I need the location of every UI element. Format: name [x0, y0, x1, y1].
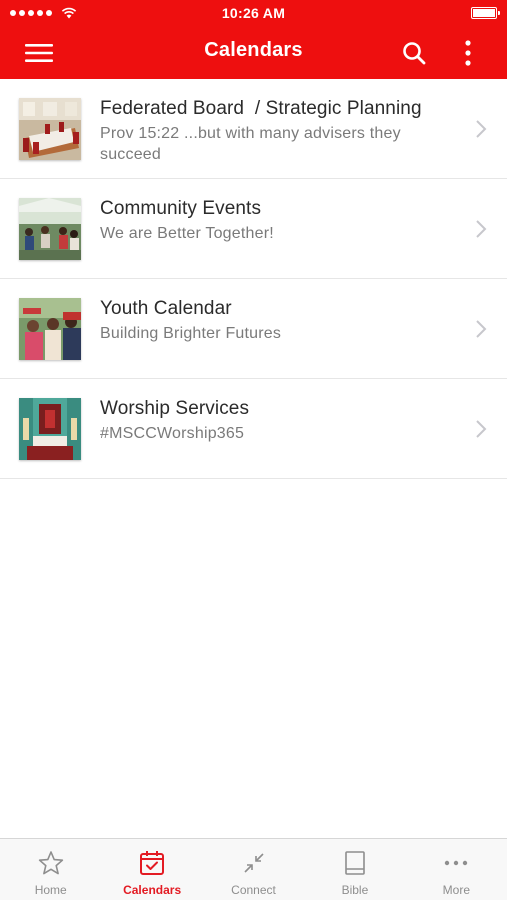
calendar-thumbnail	[19, 98, 81, 160]
calendar-list: Federated Board / Strategic Planning Pro…	[0, 79, 507, 479]
book-icon	[345, 851, 365, 875]
calendar-subtitle: Building Brighter Futures	[100, 325, 282, 342]
status-bar: 10:26 AM	[0, 0, 507, 26]
battery-icon	[471, 7, 500, 19]
collapse-arrows-icon	[243, 853, 264, 873]
calendar-icon	[140, 851, 165, 875]
calendar-thumbnail	[19, 298, 81, 360]
calendar-title: Youth Calendar	[100, 298, 232, 319]
tab-more[interactable]: More	[406, 839, 507, 900]
chevron-right-icon	[476, 220, 487, 238]
star-icon	[38, 851, 63, 875]
tab-home[interactable]: Home	[0, 839, 101, 900]
tab-calendars[interactable]: Calendars	[101, 839, 202, 900]
tab-bible[interactable]: Bible	[304, 839, 405, 900]
calendar-title: Worship Services	[100, 398, 250, 419]
calendar-row-federated-board[interactable]: Federated Board / Strategic Planning Pro…	[0, 79, 507, 179]
calendar-subtitle: Prov 15:22 ...but with many advisers the…	[100, 125, 401, 163]
ellipsis-icon	[445, 860, 468, 866]
search-icon	[403, 42, 426, 65]
tab-connect[interactable]: Connect	[203, 839, 304, 900]
calendar-thumbnail	[19, 398, 81, 460]
tab-label: More	[442, 883, 470, 897]
calendar-title: Community Events	[100, 198, 262, 219]
calendar-title: Federated Board / Strategic Planning	[100, 98, 422, 119]
nav-bar: Calendars	[0, 26, 507, 79]
chevron-right-icon	[476, 320, 487, 338]
chevron-right-icon	[476, 420, 487, 438]
search-button[interactable]	[397, 36, 431, 70]
vertical-ellipsis-icon	[465, 40, 471, 66]
calendar-row-worship-services[interactable]: Worship Services #MSCCWorship365	[0, 379, 507, 479]
calendar-subtitle: #MSCCWorship365	[100, 425, 245, 442]
tab-label: Home	[34, 883, 67, 897]
calendar-row-community-events[interactable]: Community Events We are Better Together!	[0, 179, 507, 279]
tab-label: Bible	[341, 883, 369, 897]
status-time: 10:26 AM	[221, 5, 286, 21]
calendar-subtitle: We are Better Together!	[100, 225, 274, 242]
tab-label: Connect	[231, 883, 276, 897]
tab-bar: Home Calendars Connect Bible More	[0, 838, 507, 900]
calendar-row-youth-calendar[interactable]: Youth Calendar Building Brighter Futures	[0, 279, 507, 379]
tab-label: Calendars	[123, 883, 182, 897]
calendar-thumbnail	[19, 198, 81, 260]
overflow-menu-button[interactable]	[451, 36, 485, 70]
chevron-right-icon	[476, 120, 487, 138]
